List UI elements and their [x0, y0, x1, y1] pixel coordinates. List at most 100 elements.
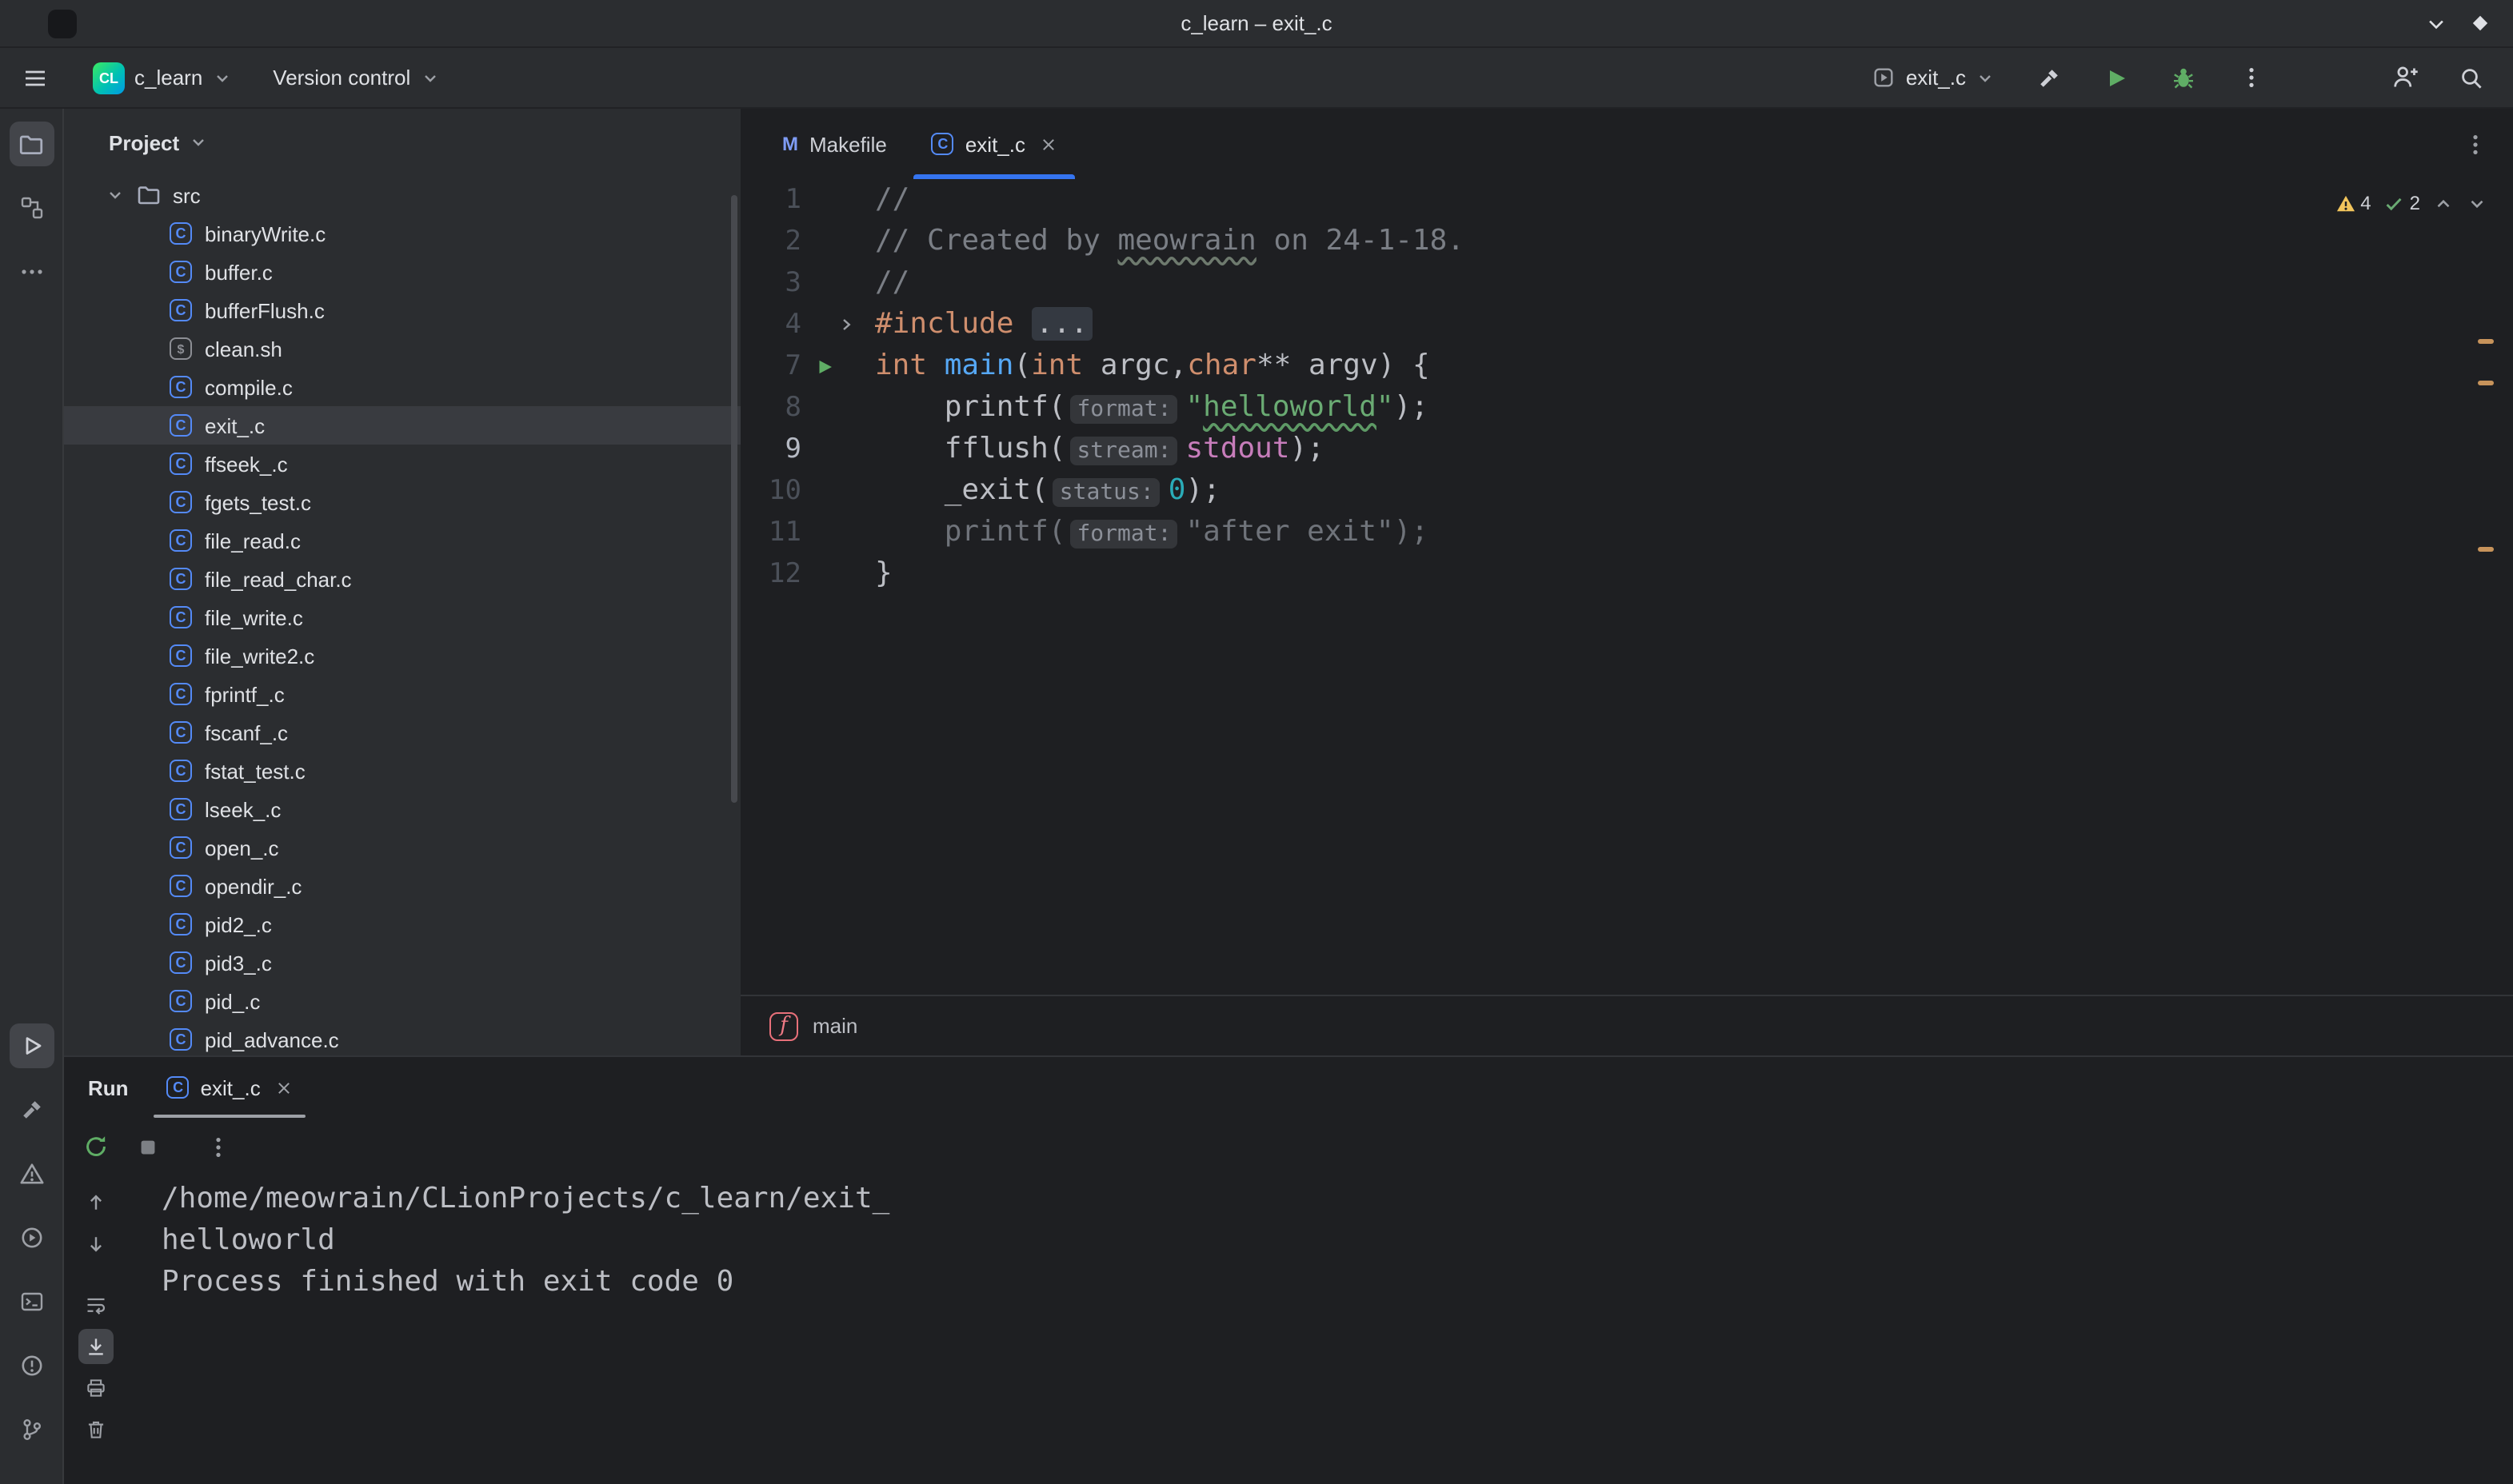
project-tool-button[interactable]: [9, 122, 54, 166]
tree-file-buffer.c[interactable]: Cbuffer.c: [64, 253, 741, 291]
tree-file-pid_advance.c[interactable]: Cpid_advance.c: [64, 1020, 741, 1055]
tree-file-pid2_.c[interactable]: Cpid2_.c: [64, 905, 741, 943]
run-button[interactable]: [2094, 55, 2139, 100]
tree-item-label: clean.sh: [205, 337, 282, 361]
project-panel: Project srcCbinaryWrite.cCbuffer.cCbuffe…: [64, 109, 741, 1055]
warnings-badge[interactable]: 4: [2335, 192, 2371, 214]
editor-tab-bar: M Makefile C exit_.c: [741, 109, 2513, 179]
structure-tool-button[interactable]: [9, 186, 54, 230]
code-line-12[interactable]: 12}: [741, 553, 2513, 595]
soft-wrap-button[interactable]: [78, 1287, 114, 1322]
close-icon[interactable]: [275, 1079, 293, 1096]
tree-file-fscanf_.c[interactable]: Cfscanf_.c: [64, 713, 741, 752]
close-icon[interactable]: [1040, 135, 1057, 153]
tree-file-lseek_.c[interactable]: Clseek_.c: [64, 790, 741, 828]
tree-file-open_.c[interactable]: Copen_.c: [64, 828, 741, 867]
code-with-me-button[interactable]: [2382, 55, 2427, 100]
gutter: [801, 387, 875, 429]
tree-file-file_read_char.c[interactable]: Cfile_read_char.c: [64, 560, 741, 598]
chevron-down-icon[interactable]: [189, 133, 208, 152]
main-menu-button[interactable]: [13, 55, 58, 100]
tab-options-button[interactable]: [2463, 109, 2513, 179]
tree-file-file_write.c[interactable]: Cfile_write.c: [64, 598, 741, 636]
tree-file-clean.sh[interactable]: $clean.sh: [64, 329, 741, 368]
search-everywhere-button[interactable]: [2449, 55, 2494, 100]
warning-stripe-mark[interactable]: [2478, 381, 2494, 385]
main-toolbar: CL c_learn Version control exit_.c: [0, 48, 2513, 109]
code-line-11[interactable]: 11 printf(format:"after exit");: [741, 512, 2513, 553]
tree-file-compile.c[interactable]: Ccompile.c: [64, 368, 741, 406]
tree-file-fstat_test.c[interactable]: Cfstat_test.c: [64, 752, 741, 790]
code-line-3[interactable]: 3//: [741, 262, 2513, 304]
run-config-label: exit_.c: [1906, 66, 1966, 90]
next-problem-chevron-down-icon[interactable]: [2467, 193, 2487, 213]
project-scrollbar[interactable]: [731, 195, 737, 803]
sticky-function-line[interactable]: f main: [741, 995, 2513, 1055]
print-button[interactable]: [78, 1370, 114, 1406]
code-line-7[interactable]: 7int main(int argc,char** argv) {: [741, 345, 2513, 387]
code-line-4[interactable]: 4#include ...: [741, 304, 2513, 345]
prev-problem-chevron-up-icon[interactable]: [2433, 193, 2454, 213]
tree-file-ffseek_.c[interactable]: Cffseek_.c: [64, 445, 741, 483]
tree-file-bufferFlush.c[interactable]: CbufferFlush.c: [64, 291, 741, 329]
problems-tool-button[interactable]: [9, 1151, 54, 1196]
code-line-9[interactable]: 9 fflush(stream:stdout);: [741, 429, 2513, 470]
code-editor[interactable]: 1//2// Created by meowrain on 24-1-18.3/…: [741, 179, 2513, 995]
fold-chevron-icon[interactable]: [837, 315, 856, 334]
vcs-tool-button[interactable]: [9, 1407, 54, 1452]
services-tool-button[interactable]: [9, 1215, 54, 1260]
more-tool-windows-button[interactable]: [9, 249, 54, 294]
code-line-2[interactable]: 2// Created by meowrain on 24-1-18.: [741, 221, 2513, 262]
chevron-down-icon: [212, 68, 231, 87]
project-widget[interactable]: CL c_learn: [83, 55, 241, 100]
run-configuration-selector[interactable]: exit_.c: [1863, 55, 2004, 100]
tree-file-fgets_test.c[interactable]: Cfgets_test.c: [64, 483, 741, 521]
terminal-tool-button[interactable]: [9, 1279, 54, 1324]
down-stack-trace-button[interactable]: [78, 1227, 114, 1262]
tree-file-file_read.c[interactable]: Cfile_read.c: [64, 521, 741, 560]
run-more-options-button[interactable]: [198, 1127, 237, 1166]
tree-file-pid3_.c[interactable]: Cpid3_.c: [64, 943, 741, 982]
rerun-button[interactable]: [77, 1127, 115, 1166]
clear-console-button[interactable]: [78, 1412, 114, 1447]
expand-chevron-icon[interactable]: [106, 186, 125, 205]
tree-file-opendir_.c[interactable]: Copendir_.c: [64, 867, 741, 905]
code-text: printf(format:"after exit");: [875, 512, 2513, 553]
tree-file-fprintf_.c[interactable]: Cfprintf_.c: [64, 675, 741, 713]
inspection-widget[interactable]: 4 2: [2335, 186, 2487, 221]
tree-file-binaryWrite.c[interactable]: CbinaryWrite.c: [64, 214, 741, 253]
up-stack-trace-button[interactable]: [78, 1185, 114, 1220]
tab-makefile[interactable]: M Makefile: [760, 109, 909, 179]
console-side-toolbar: [64, 1175, 128, 1484]
inspections-tool-button[interactable]: [9, 1343, 54, 1388]
debug-button[interactable]: [2161, 55, 2206, 100]
vcs-widget[interactable]: Version control: [263, 55, 449, 100]
code-line-1[interactable]: 1//: [741, 179, 2513, 221]
rerun-icon: [83, 1134, 109, 1159]
code-line-10[interactable]: 10 _exit(status:0);: [741, 470, 2513, 512]
tree-item-label: file_write2.c: [205, 644, 314, 668]
gutter: [801, 429, 875, 470]
code-line-8[interactable]: 8 printf(format:"helloworld");: [741, 387, 2513, 429]
chevron-down-icon: [1976, 68, 1995, 87]
c-file-icon: C: [932, 133, 954, 155]
scroll-to-end-button[interactable]: [78, 1329, 114, 1364]
warning-stripe-mark[interactable]: [2478, 547, 2494, 552]
more-actions-button[interactable]: [2228, 55, 2273, 100]
passed-badge[interactable]: 2: [2384, 192, 2420, 214]
run-line-icon[interactable]: [814, 357, 835, 377]
run-tool-button[interactable]: [9, 1023, 54, 1068]
tree-file-file_write2.c[interactable]: Cfile_write2.c: [64, 636, 741, 675]
tab-exit-c[interactable]: C exit_.c: [909, 109, 1080, 179]
build-tool-button[interactable]: [9, 1087, 54, 1132]
tree-folder-src[interactable]: src: [64, 176, 741, 214]
arrow-up-icon: [85, 1191, 107, 1214]
tree-file-exit_.c[interactable]: Cexit_.c: [64, 406, 741, 445]
warning-stripe-mark[interactable]: [2478, 339, 2494, 344]
tree-file-pid_.c[interactable]: Cpid_.c: [64, 982, 741, 1020]
c-file-icon: C: [170, 491, 192, 513]
build-button[interactable]: [2027, 55, 2072, 100]
console-output[interactable]: /home/meowrain/CLionProjects/c_learn/exi…: [128, 1175, 2513, 1484]
stop-button[interactable]: [128, 1127, 166, 1166]
run-tab-exit-c[interactable]: C exit_.c: [151, 1057, 309, 1118]
